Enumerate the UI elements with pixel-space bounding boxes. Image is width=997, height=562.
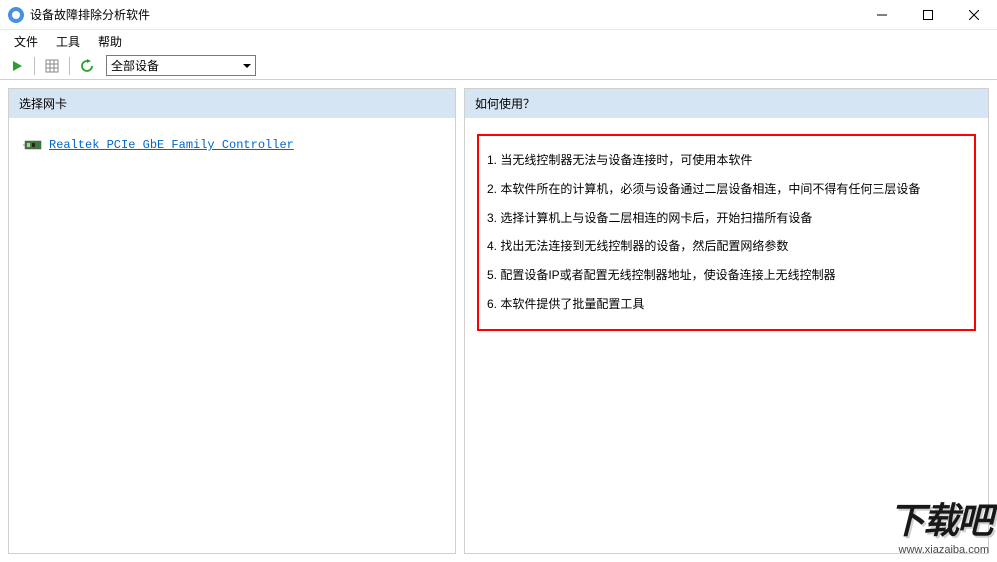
toolbar-separator [69,57,70,75]
help-instructions-box: 1. 当无线控制器无法与设备连接时，可使用本软件 2. 本软件所在的计算机，必须… [477,134,976,331]
help-step: 5. 配置设备IP或者配置无线控制器地址，使设备连接上无线控制器 [487,261,966,290]
nic-icon [23,138,43,152]
help-step: 4. 找出无法连接到无线控制器的设备，然后配置网络参数 [487,232,966,261]
help-step: 6. 本软件提供了批量配置工具 [487,290,966,319]
window-title: 设备故障排除分析软件 [30,6,150,23]
minimize-button[interactable] [859,0,905,30]
app-icon [8,7,24,23]
menubar: 文件 工具 帮助 [0,30,997,52]
minimize-icon [877,10,887,20]
refresh-button[interactable] [76,55,98,77]
help-step: 1. 当无线控制器无法与设备连接时，可使用本软件 [487,146,966,175]
left-panel-header: 选择网卡 [9,89,455,118]
grid-button[interactable] [41,55,63,77]
right-panel-header: 如何使用？ [465,89,988,118]
titlebar: 设备故障排除分析软件 [0,0,997,30]
menu-tools[interactable]: 工具 [48,31,88,52]
left-panel-body: Realtek PCIe GbE Family Controller [9,118,455,553]
menu-help[interactable]: 帮助 [90,31,130,52]
close-icon [969,10,979,20]
right-panel: 如何使用？ 1. 当无线控制器无法与设备连接时，可使用本软件 2. 本软件所在的… [464,88,989,554]
nic-link[interactable]: Realtek PCIe GbE Family Controller [49,138,294,152]
device-filter-value: 全部设备 [111,57,159,74]
maximize-button[interactable] [905,0,951,30]
help-step: 3. 选择计算机上与设备二层相连的网卡后，开始扫描所有设备 [487,204,966,233]
maximize-icon [923,10,933,20]
grid-icon [45,59,59,73]
content-area: 选择网卡 Realtek PCIe GbE Family Controller … [0,80,997,562]
right-panel-body: 1. 当无线控制器无法与设备连接时，可使用本软件 2. 本软件所在的计算机，必须… [465,118,988,553]
nic-item[interactable]: Realtek PCIe GbE Family Controller [21,134,443,156]
menu-file[interactable]: 文件 [6,31,46,52]
refresh-icon [80,59,94,73]
toolbar: 全部设备 [0,52,997,80]
device-filter-select[interactable]: 全部设备 [106,55,256,76]
chevron-down-icon [243,64,251,68]
help-step: 2. 本软件所在的计算机，必须与设备通过二层设备相连，中间不得有任何三层设备 [487,175,966,204]
play-button[interactable] [6,55,28,77]
play-icon [11,60,23,72]
left-panel: 选择网卡 Realtek PCIe GbE Family Controller [8,88,456,554]
toolbar-separator [34,57,35,75]
close-button[interactable] [951,0,997,30]
window-controls [859,0,997,30]
titlebar-left: 设备故障排除分析软件 [8,6,150,23]
